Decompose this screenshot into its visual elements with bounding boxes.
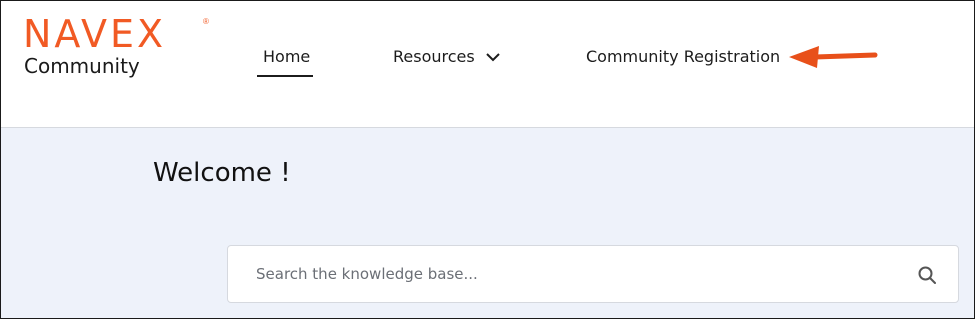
chevron-down-icon — [486, 53, 500, 62]
nav-home[interactable]: Home — [257, 47, 313, 77]
site-header: NAVEX ® Community Home Resources Communi… — [1, 1, 974, 128]
welcome-heading: Welcome ! — [153, 158, 291, 188]
page-frame: NAVEX ® Community Home Resources Communi… — [0, 0, 975, 319]
nav-home-label: Home — [263, 47, 311, 66]
nav-resources[interactable]: Resources — [393, 47, 500, 66]
registered-mark: ® — [203, 17, 209, 26]
search-icon[interactable] — [918, 266, 936, 284]
nav-community-registration[interactable]: Community Registration — [586, 47, 780, 66]
nav-resources-label: Resources — [393, 47, 475, 66]
navex-community-logo[interactable]: NAVEX ® Community — [23, 12, 209, 78]
search-box[interactable] — [227, 245, 959, 303]
search-input[interactable] — [256, 246, 896, 302]
arrow-left-icon — [789, 46, 878, 68]
active-tab-underline — [257, 75, 313, 77]
logo-wordmark: NAVEX — [23, 12, 167, 56]
nav-community-registration-label: Community Registration — [586, 47, 781, 66]
logo-subtitle: Community — [24, 54, 140, 78]
